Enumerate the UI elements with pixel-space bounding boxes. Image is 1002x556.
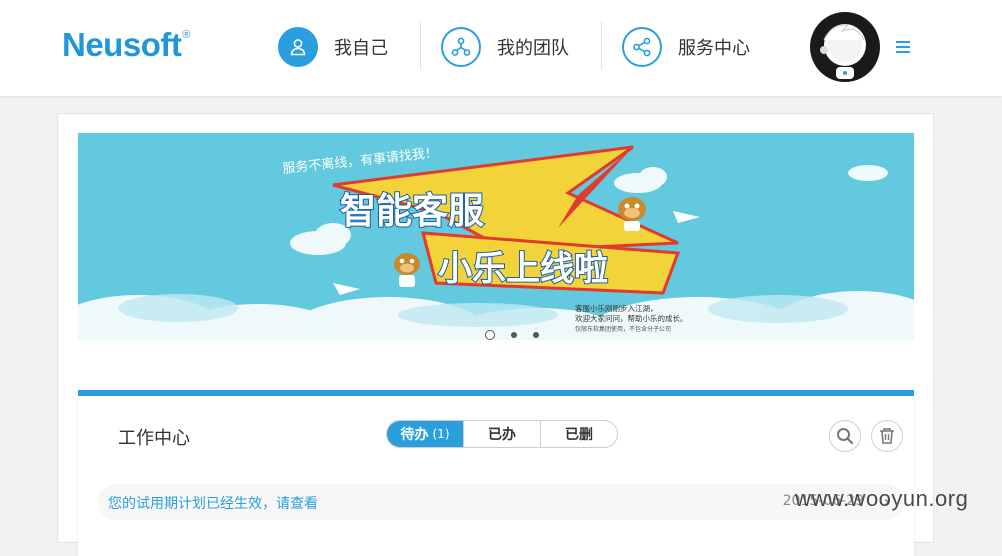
nav-myself[interactable]: 我自己: [278, 24, 388, 70]
banner-desc-2: 欢迎大家问问，帮助小乐的成长。: [575, 313, 688, 323]
main-card: 智能客服 小乐上线啦 服务不离线，有事请找我！ 客服小乐刚刚步入江湖， 欢迎大家…: [57, 113, 934, 556]
banner-desc-1: 客服小乐刚刚步入江湖，: [575, 303, 658, 313]
tab-pending-label: 待办: [400, 427, 429, 443]
work-center-title: 工作中心: [118, 428, 190, 449]
nav-divider: [601, 22, 602, 70]
message-row[interactable]: 您的试用期计划已经生效，请查看 2015-06-29 ›: [98, 484, 904, 520]
nav-service-center[interactable]: 服务中心: [622, 24, 750, 70]
tab-deleted-label: 已删: [565, 427, 593, 443]
search-icon: [837, 428, 854, 445]
tab-deleted[interactable]: 已删: [540, 421, 617, 447]
carousel-dot-2[interactable]: [510, 332, 517, 338]
banner-headline-2: 小乐上线啦: [438, 249, 608, 289]
carousel-dot-1[interactable]: [484, 330, 495, 340]
message-text: 您的试用期计划已经生效，请查看: [108, 496, 318, 512]
tab-done-label: 已办: [488, 427, 516, 443]
watermark: www.wooyun.org: [795, 486, 969, 511]
nav-service-center-label: 服务中心: [678, 38, 750, 59]
tab-done[interactable]: 已办: [463, 421, 540, 447]
carousel-dot-3[interactable]: [532, 332, 539, 338]
neusoft-logo[interactable]: Neusoft®: [62, 26, 190, 64]
banner-illustration: 智能客服 小乐上线啦 服务不离线，有事请找我！ 客服小乐刚刚步入江湖， 欢迎大家…: [78, 145, 914, 340]
carousel-dots: [74, 330, 949, 340]
logo-text: Neusoft: [62, 26, 182, 63]
robot-avatar-icon: [820, 24, 866, 79]
team-icon: [441, 27, 481, 67]
trash-icon: [880, 428, 894, 444]
user-icon: [278, 27, 318, 67]
nav-divider: [420, 22, 421, 70]
user-avatar[interactable]: [810, 12, 880, 82]
search-button[interactable]: [829, 420, 861, 452]
nav-myself-label: 我自己: [334, 38, 388, 59]
banner-headline-1: 智能客服: [340, 191, 484, 232]
top-header: Neusoft® 我自己 我的团队 服务中心: [0, 0, 1002, 96]
banner-slogan: 服务不离线，有事请找我！: [282, 145, 439, 177]
promo-banner[interactable]: 智能客服 小乐上线啦 服务不离线，有事请找我！ 客服小乐刚刚步入江湖， 欢迎大家…: [78, 133, 914, 340]
mascot-icon: [394, 253, 420, 287]
tab-pending[interactable]: 待办 (1): [387, 421, 463, 447]
nav-my-team-label: 我的团队: [497, 38, 569, 59]
nav-my-team[interactable]: 我的团队: [441, 24, 569, 70]
work-tabs: 待办 (1) 已办 已删: [386, 420, 618, 448]
hamburger-icon[interactable]: [896, 41, 910, 53]
registered-mark: ®: [182, 29, 190, 41]
tab-pending-count: (1): [432, 427, 450, 441]
delete-button[interactable]: [871, 420, 903, 452]
share-icon: [622, 27, 662, 67]
work-center-panel: 工作中心 待办 (1) 已办 已删 您的试用期计划已经生效，请查看 2015-06…: [78, 390, 914, 556]
